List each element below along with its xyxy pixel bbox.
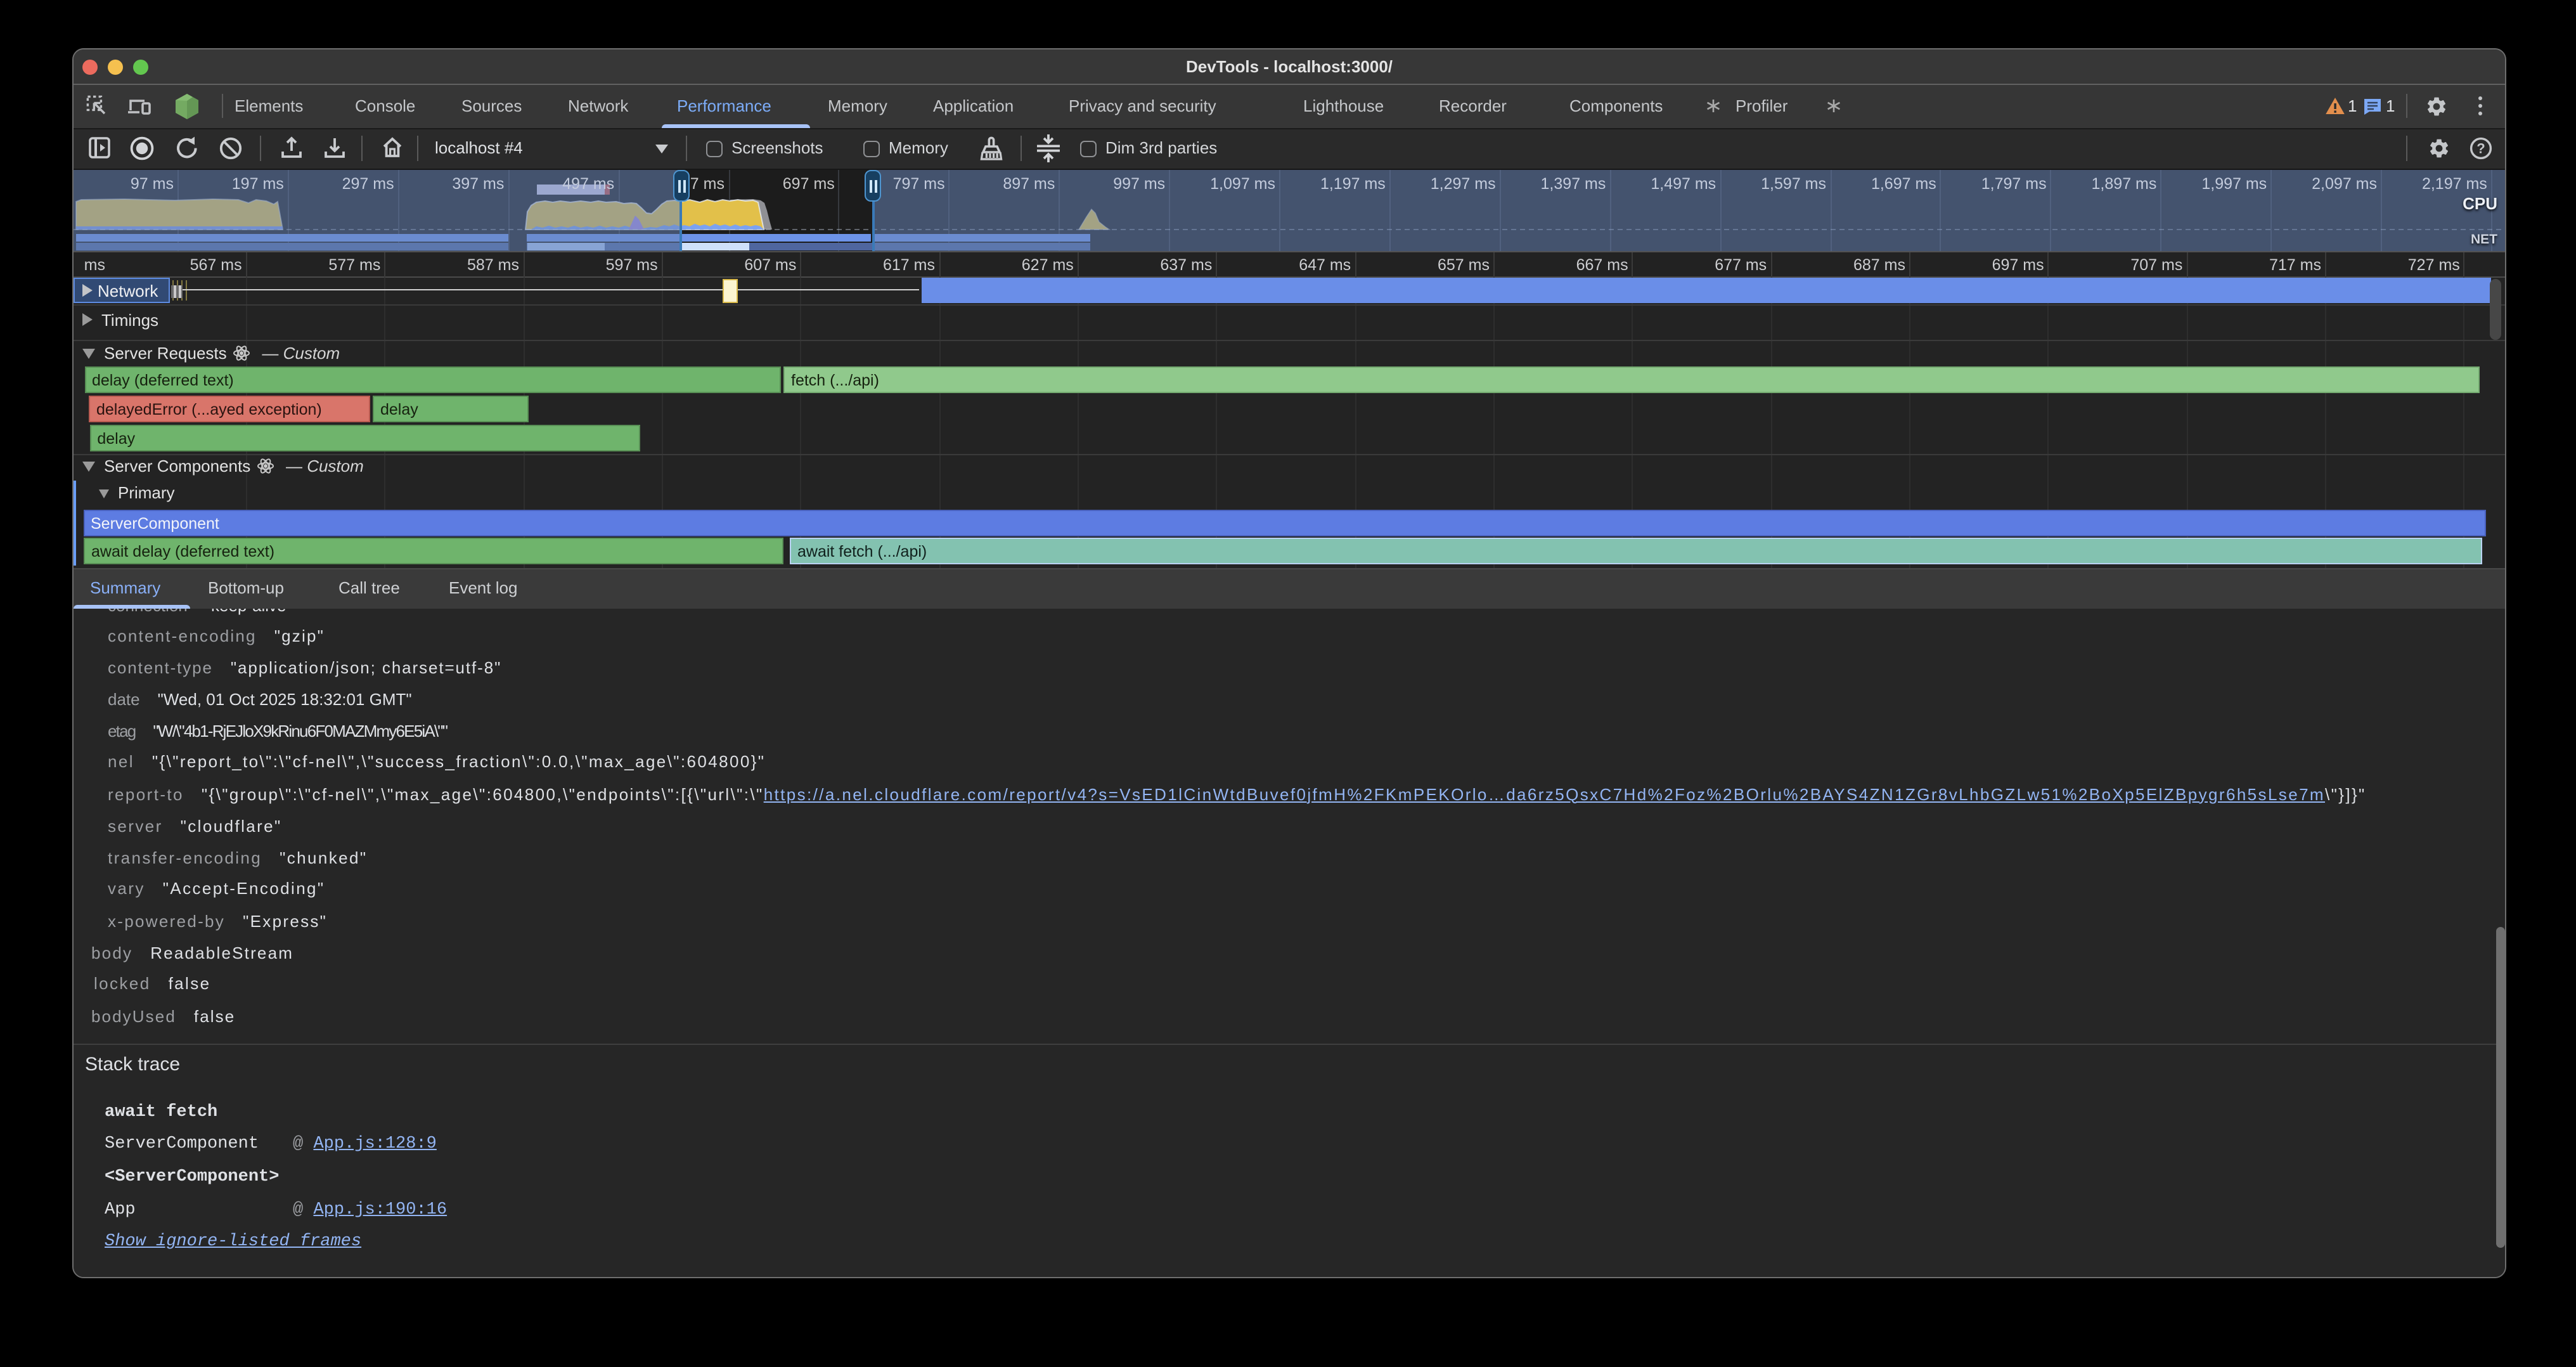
- svg-text:?: ?: [2476, 141, 2485, 157]
